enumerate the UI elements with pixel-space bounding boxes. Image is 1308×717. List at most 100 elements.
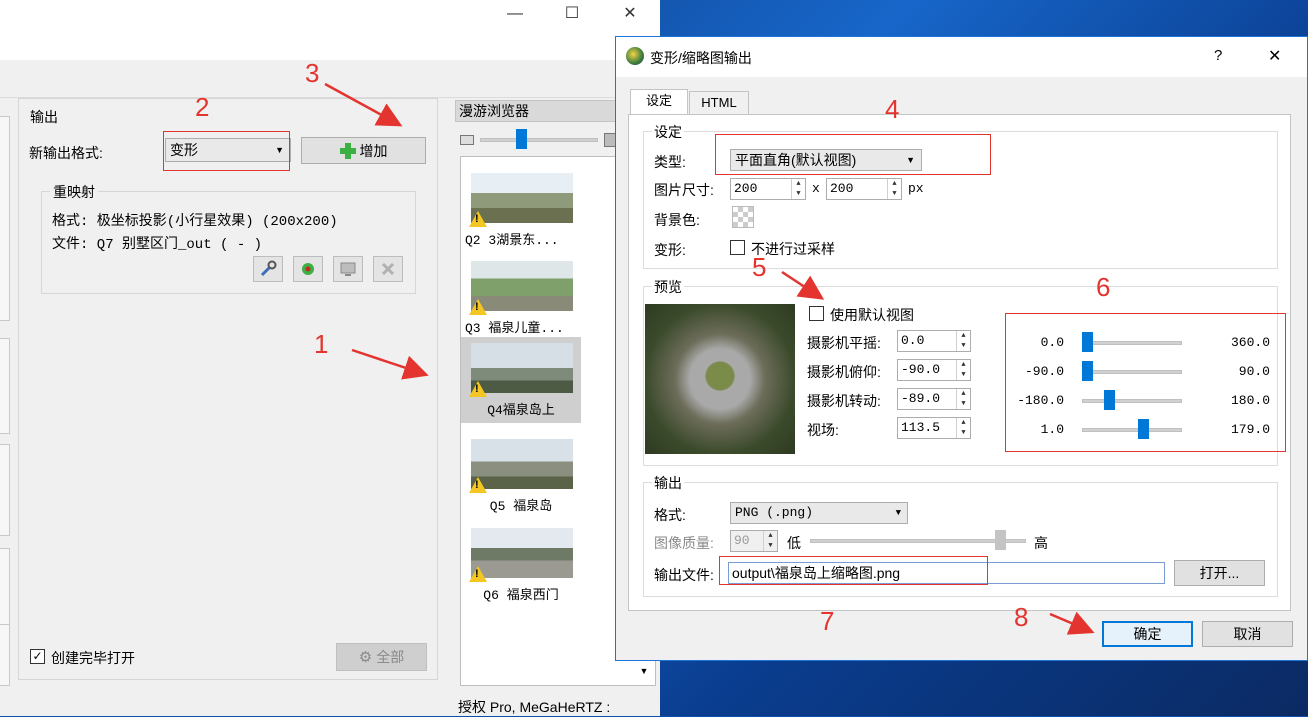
warning-icon — [469, 211, 487, 227]
stepper-arrows-icon[interactable]: ▲ ▼ — [887, 179, 901, 199]
delete-button[interactable] — [373, 256, 403, 282]
thumbnail-item[interactable]: Q3 福泉儿童... — [461, 255, 581, 343]
settings-button[interactable] — [293, 256, 323, 282]
background-color-swatch[interactable] — [732, 206, 754, 228]
dialog-close-button[interactable]: ✕ — [1268, 46, 1281, 66]
close-button[interactable]: ✕ — [600, 2, 660, 26]
no-oversample-checkbox[interactable] — [730, 240, 745, 255]
maximize-button[interactable]: ☐ — [542, 2, 602, 26]
fov-label: 视场: — [807, 422, 839, 438]
quality-slider[interactable] — [810, 539, 1026, 543]
wrench-button[interactable] — [253, 256, 283, 282]
remap-format-line: 格式: 极坐标投影(小行星效果) (200x200) — [52, 214, 338, 230]
stepper-arrows-icon[interactable]: ▲ ▼ — [956, 331, 970, 351]
main-titlebar: — ☐ ✕ — [0, 0, 660, 60]
open-when-done-label: 创建完毕打开 — [51, 650, 135, 666]
thumbnail-caption: Q5 福泉岛 — [489, 499, 553, 514]
annotation-number: 5 — [752, 252, 767, 282]
all-button[interactable]: ⚙ 全部 — [336, 643, 427, 671]
quality-slider-handle[interactable] — [995, 530, 1006, 550]
add-button[interactable]: 增加 — [301, 137, 426, 164]
width-value: 200 — [734, 181, 758, 196]
thumbnail-caption: Q2 3湖景东... — [465, 233, 559, 248]
gear-icon — [302, 263, 314, 275]
add-button-label: 增加 — [359, 142, 388, 159]
stepper-arrows-icon[interactable]: ▲ ▼ — [791, 179, 805, 199]
thumbnail-item[interactable]: Q6 福泉西门 — [461, 522, 581, 610]
gear-icon: ⚙ — [358, 649, 373, 666]
warning-icon — [469, 381, 487, 397]
stepper-arrows-icon[interactable]: ▲ ▼ — [956, 360, 970, 380]
output-format-select[interactable]: PNG (.png) ▼ — [730, 502, 908, 524]
roll-stepper[interactable]: -89.0 ▲ ▼ — [897, 388, 971, 410]
left-strip-segment — [0, 338, 10, 434]
remap-group: 重映射 格式: 极坐标投影(小行星效果) (200x200) 文件: Q7 别墅… — [41, 182, 416, 294]
stepper-arrows-icon[interactable]: ▲ ▼ — [956, 389, 970, 409]
highlight-box — [715, 134, 991, 175]
warning-icon — [469, 299, 487, 315]
plus-icon — [339, 142, 356, 159]
warning-icon — [469, 477, 487, 493]
cancel-button[interactable]: 取消 — [1202, 621, 1293, 647]
thumbnail-item-selected[interactable]: Q4福泉岛上 — [461, 337, 581, 423]
main-toolbar — [0, 60, 660, 98]
height-stepper[interactable]: 200 ▲ ▼ — [826, 178, 902, 200]
annotation-number: 6 — [1096, 272, 1111, 302]
tab-html[interactable]: HTML — [689, 91, 749, 115]
size-label: 图片尺寸: — [654, 182, 714, 198]
annotation-number: 7 — [820, 606, 835, 636]
width-stepper[interactable]: 200 ▲ ▼ — [730, 178, 806, 200]
status-bar: 授权 Pro, MeGaHeRTZ : — [458, 699, 611, 715]
annotation-number: 4 — [885, 94, 900, 124]
thumbnail-caption: Q6 福泉西门 — [483, 588, 559, 603]
quality-value: 90 — [734, 533, 750, 548]
highlight-box — [163, 131, 290, 171]
use-default-view-checkbox[interactable] — [809, 306, 824, 321]
output-panel-title: 输出 — [27, 107, 61, 127]
left-strip-segment — [0, 624, 10, 686]
open-file-button[interactable]: 打开... — [1174, 560, 1265, 586]
thumbnail-item[interactable]: Q5 福泉岛 — [461, 433, 581, 521]
monitor-button[interactable] — [333, 256, 363, 282]
left-strip-segment — [0, 444, 10, 536]
scroll-down-icon[interactable]: ▼ — [636, 666, 652, 684]
height-value: 200 — [830, 181, 854, 196]
thumbnail-caption: Q3 福泉儿童... — [465, 321, 564, 336]
tilt-stepper[interactable]: -90.0 ▲ ▼ — [897, 359, 971, 381]
open-when-done-checkbox[interactable]: ✓ — [30, 649, 45, 664]
warning-icon — [469, 566, 487, 582]
all-button-label: 全部 — [376, 649, 405, 665]
tab-settings[interactable]: 设定 — [630, 89, 688, 115]
tilt-value: -90.0 — [901, 362, 941, 377]
annotation-number: 8 — [1014, 602, 1029, 632]
highlight-box — [719, 556, 988, 585]
transform-label: 变形: — [654, 242, 686, 258]
pan-stepper[interactable]: 0.0 ▲ ▼ — [897, 330, 971, 352]
output-file-label: 输出文件: — [654, 567, 714, 583]
dialog-title: 变形/缩略图输出 — [650, 50, 752, 66]
size-unit: px — [908, 181, 924, 196]
close-icon — [381, 262, 395, 276]
thumb-size-slider-handle[interactable] — [516, 129, 527, 149]
stepper-arrows-icon[interactable]: ▲ ▼ — [956, 418, 970, 438]
annotation-number: 2 — [195, 92, 210, 122]
use-default-view-label: 使用默认视图 — [830, 307, 914, 323]
remap-title: 重映射 — [50, 182, 98, 202]
ok-button[interactable]: 确定 — [1102, 621, 1193, 647]
quality-stepper[interactable]: 90 ▲ ▼ — [730, 530, 778, 552]
thumb-size-slider[interactable] — [480, 138, 598, 142]
settings-group-title: 设定 — [652, 122, 684, 142]
fov-stepper[interactable]: 113.5 ▲ ▼ — [897, 417, 971, 439]
new-format-label: 新输出格式: — [29, 145, 103, 161]
annotation-number: 3 — [305, 58, 320, 88]
stepper-arrows-icon[interactable]: ▲ ▼ — [763, 531, 777, 551]
zoom-out-icon[interactable] — [460, 135, 474, 145]
help-button[interactable]: ? — [1214, 47, 1222, 64]
roll-value: -89.0 — [901, 391, 941, 406]
minimize-button[interactable]: — — [485, 2, 545, 26]
remap-file-line: 文件: Q7 别墅区门_out ( - ) — [52, 237, 263, 253]
chevron-down-icon: ▼ — [895, 508, 901, 518]
thumbnail-item[interactable]: Q2 3湖景东... — [461, 167, 581, 255]
monitor-icon — [340, 262, 356, 276]
fov-value: 113.5 — [901, 420, 941, 435]
